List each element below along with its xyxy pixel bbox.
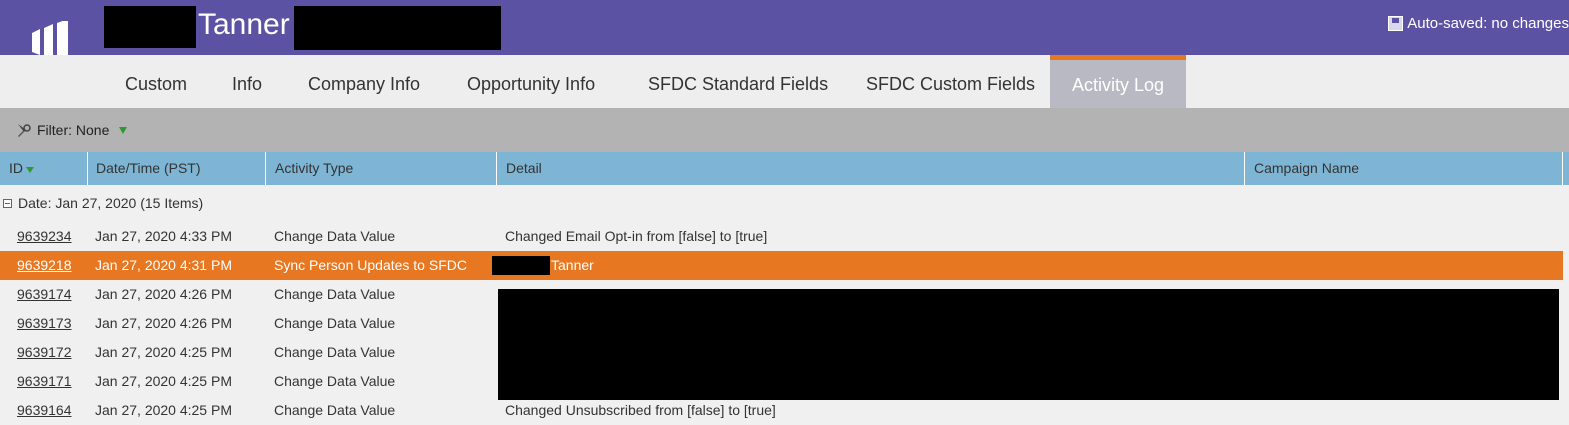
autosave-status: Auto-saved: no changes bbox=[1388, 15, 1569, 32]
activity-id-link[interactable]: 9639174 bbox=[17, 280, 72, 309]
redacted-last-name bbox=[294, 6, 501, 50]
floppy-disk-icon bbox=[1388, 16, 1404, 31]
person-name: Tanner bbox=[198, 8, 290, 41]
activity-detail: Tanner bbox=[551, 257, 594, 273]
activity-detail: Changed Unsubscribed from [false] to [tr… bbox=[505, 402, 776, 418]
column-header-detail[interactable]: Detail bbox=[497, 152, 1245, 185]
activity-id-link[interactable]: 9639172 bbox=[17, 338, 72, 367]
activity-datetime: Jan 27, 2020 4:31 PM bbox=[95, 257, 232, 273]
activity-type: Change Data Value bbox=[274, 373, 396, 389]
collapse-icon[interactable] bbox=[3, 198, 12, 208]
activity-id-link[interactable]: 9639171 bbox=[17, 367, 72, 396]
filter-label[interactable]: Filter: None bbox=[37, 122, 109, 138]
tab-sfdc-custom-fields[interactable]: SFDC Custom Fields bbox=[866, 55, 1035, 108]
activity-id-link[interactable]: 9639234 bbox=[17, 222, 72, 251]
table-header: ID Date/Time (PST) Activity Type Detail … bbox=[0, 152, 1569, 185]
autosave-text: Auto-saved: no changes bbox=[1407, 15, 1569, 32]
tab-sfdc-standard-fields[interactable]: SFDC Standard Fields bbox=[648, 55, 828, 108]
column-header-campaign-name[interactable]: Campaign Name bbox=[1245, 152, 1563, 185]
redacted-detail bbox=[492, 256, 550, 275]
table-row[interactable]: 9639164 Jan 27, 2020 4:25 PM Change Data… bbox=[0, 396, 1563, 425]
tab-bar: Custom Info Company Info Opportunity Inf… bbox=[0, 55, 1569, 108]
activity-datetime: Jan 27, 2020 4:25 PM bbox=[95, 402, 232, 418]
top-bar: Tanner Auto-saved: no changes bbox=[0, 0, 1569, 85]
column-header-datetime[interactable]: Date/Time (PST) bbox=[87, 152, 266, 185]
column-header-id[interactable]: ID bbox=[0, 152, 88, 185]
activity-datetime: Jan 27, 2020 4:25 PM bbox=[95, 373, 232, 389]
activity-id-link[interactable]: 9639173 bbox=[17, 309, 72, 338]
tab-opportunity-info[interactable]: Opportunity Info bbox=[467, 55, 595, 108]
activity-id-link[interactable]: 9639164 bbox=[17, 396, 72, 425]
tab-company-info[interactable]: Company Info bbox=[308, 55, 420, 108]
redacted-detail-block bbox=[498, 289, 1559, 400]
date-group-header[interactable]: Date: Jan 27, 2020 (15 Items) bbox=[0, 190, 203, 216]
activity-detail: Changed Email Opt-in from [false] to [tr… bbox=[505, 228, 768, 244]
tab-info[interactable]: Info bbox=[232, 55, 262, 108]
column-header-activity-type[interactable]: Activity Type bbox=[266, 152, 497, 185]
activity-datetime: Jan 27, 2020 4:26 PM bbox=[95, 315, 232, 331]
table-row-selected[interactable]: 9639218 Jan 27, 2020 4:31 PM Sync Person… bbox=[0, 251, 1563, 280]
activity-type: Change Data Value bbox=[274, 344, 396, 360]
redacted-first-name bbox=[104, 6, 196, 48]
activity-id-link[interactable]: 9639218 bbox=[17, 251, 72, 280]
group-label: Date: Jan 27, 2020 (15 Items) bbox=[18, 195, 204, 211]
tab-activity-log[interactable]: Activity Log bbox=[1050, 55, 1186, 108]
activity-type: Sync Person Updates to SFDC bbox=[274, 257, 467, 273]
activity-type: Change Data Value bbox=[274, 286, 396, 302]
activity-type: Change Data Value bbox=[274, 402, 396, 418]
activity-type: Change Data Value bbox=[274, 315, 396, 331]
filter-dropdown-icon[interactable] bbox=[119, 126, 128, 134]
activity-datetime: Jan 27, 2020 4:33 PM bbox=[95, 228, 232, 244]
tab-custom[interactable]: Custom bbox=[125, 55, 187, 108]
sort-down-icon bbox=[26, 167, 34, 173]
filter-icon[interactable] bbox=[16, 122, 33, 139]
filter-bar: Filter: None bbox=[0, 108, 1569, 152]
activity-datetime: Jan 27, 2020 4:25 PM bbox=[95, 344, 232, 360]
activity-type: Change Data Value bbox=[274, 228, 396, 244]
activity-datetime: Jan 27, 2020 4:26 PM bbox=[95, 286, 232, 302]
table-row[interactable]: 9639234 Jan 27, 2020 4:33 PM Change Data… bbox=[0, 222, 1563, 251]
